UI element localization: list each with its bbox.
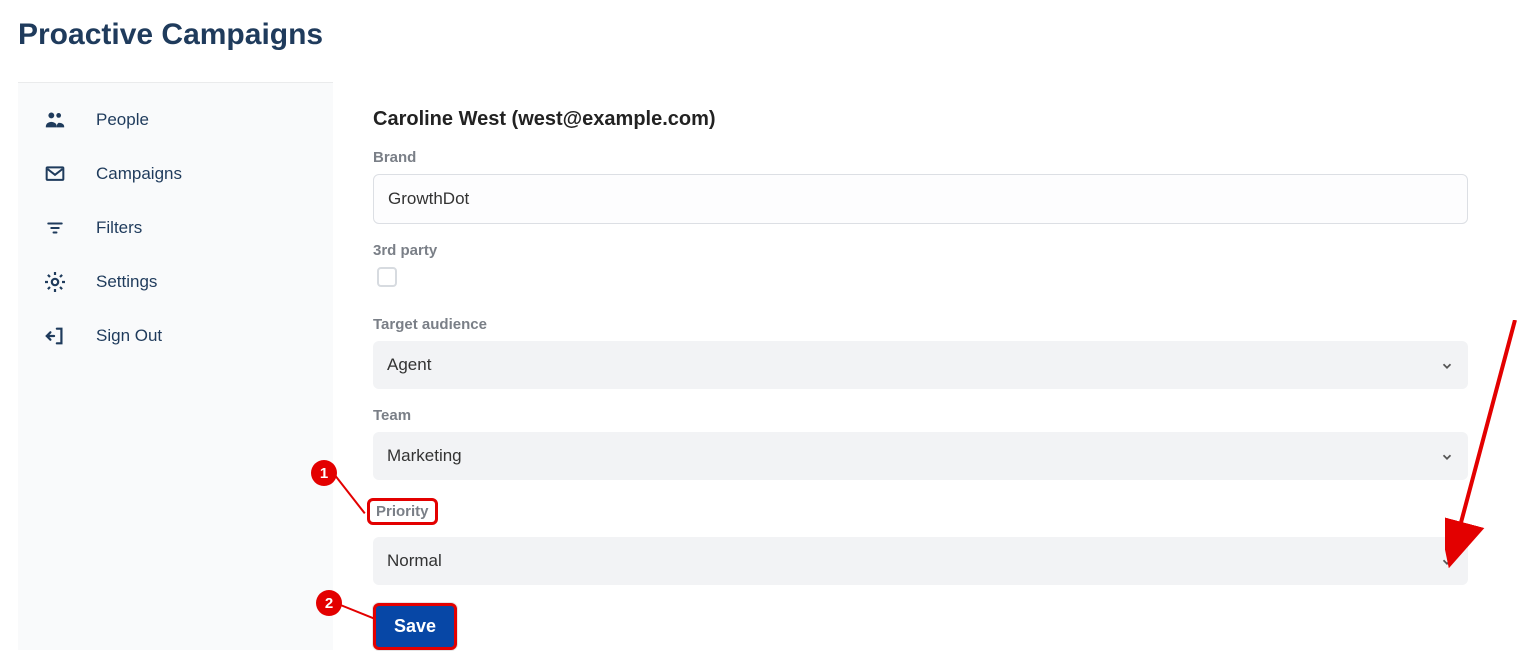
main-content: Caroline West (west@example.com) Brand G… [333, 82, 1524, 650]
sidebar: People Campaigns Filters Settings Sign O… [18, 82, 333, 650]
target-audience-value: Agent [387, 355, 431, 375]
sidebar-item-label: Sign Out [96, 326, 162, 346]
sidebar-item-label: Settings [96, 272, 157, 292]
signout-icon [42, 323, 68, 349]
third-party-checkbox[interactable] [377, 267, 397, 287]
chevron-down-icon [1440, 449, 1454, 463]
target-audience-select[interactable]: Agent [373, 341, 1468, 389]
priority-value: Normal [387, 551, 442, 571]
gear-icon [42, 269, 68, 295]
team-value: Marketing [387, 446, 462, 466]
mail-icon [42, 161, 68, 187]
chevron-down-icon [1440, 554, 1454, 568]
sidebar-item-filters[interactable]: Filters [18, 201, 333, 255]
people-icon [42, 107, 68, 133]
team-label: Team [373, 407, 1484, 424]
callout-1: 1 [311, 460, 337, 486]
person-name: Caroline West (west@example.com) [373, 108, 1484, 131]
page-title: Proactive Campaigns [0, 0, 1524, 52]
priority-label: Priority [376, 503, 429, 520]
save-button[interactable]: Save [373, 603, 457, 650]
priority-label-highlight: Priority [367, 498, 438, 525]
sidebar-item-label: Filters [96, 218, 142, 238]
priority-select[interactable]: Normal [373, 537, 1468, 585]
chevron-down-icon [1440, 358, 1454, 372]
sidebar-item-signout[interactable]: Sign Out [18, 309, 333, 363]
sidebar-item-settings[interactable]: Settings [18, 255, 333, 309]
sidebar-item-label: People [96, 110, 149, 130]
sidebar-item-people[interactable]: People [18, 93, 333, 147]
third-party-label: 3rd party [373, 242, 1484, 259]
team-select[interactable]: Marketing [373, 432, 1468, 480]
brand-label: Brand [373, 149, 1484, 166]
callout-2: 2 [316, 590, 342, 616]
brand-input[interactable]: GrowthDot [373, 174, 1468, 224]
sidebar-item-label: Campaigns [96, 164, 182, 184]
sidebar-item-campaigns[interactable]: Campaigns [18, 147, 333, 201]
filter-icon [42, 215, 68, 241]
target-audience-label: Target audience [373, 316, 1484, 333]
